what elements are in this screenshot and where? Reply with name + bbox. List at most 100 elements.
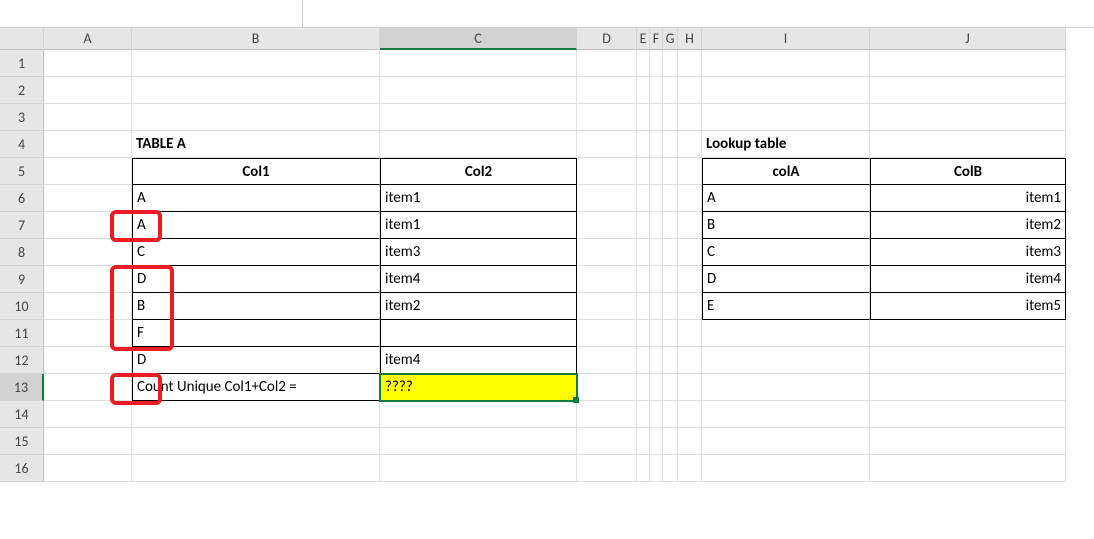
- cell-B15[interactable]: [132, 428, 380, 455]
- lookup-row[interactable]: item4: [870, 266, 1066, 293]
- summary-label[interactable]: Count Unique Col1+Col2 =: [132, 374, 380, 401]
- cell-G7[interactable]: [663, 212, 678, 239]
- table-row[interactable]: D: [132, 347, 380, 374]
- table-row[interactable]: item1: [380, 212, 577, 239]
- cell-C15[interactable]: [380, 428, 577, 455]
- cell-G10[interactable]: [663, 293, 678, 320]
- cell-I12[interactable]: [702, 347, 870, 374]
- cell-A4[interactable]: [44, 131, 132, 158]
- lookup-header-colA[interactable]: colA: [702, 158, 870, 185]
- cell-E10[interactable]: [637, 293, 650, 320]
- cell-G3[interactable]: [663, 104, 678, 131]
- cell-E1[interactable]: [637, 50, 650, 77]
- cell-E12[interactable]: [637, 347, 650, 374]
- cell-E14[interactable]: [637, 401, 650, 428]
- cell-I1[interactable]: [702, 50, 870, 77]
- cell-D13[interactable]: [577, 374, 637, 401]
- row-header-4[interactable]: 4: [0, 131, 44, 158]
- row-header-3[interactable]: 3: [0, 104, 44, 131]
- lookup-title[interactable]: Lookup table: [702, 131, 870, 158]
- cell-F13[interactable]: [650, 374, 663, 401]
- col-header-A[interactable]: A: [44, 28, 132, 50]
- cell-A6[interactable]: [44, 185, 132, 212]
- cell-I16[interactable]: [702, 455, 870, 482]
- cell-E4[interactable]: [637, 131, 650, 158]
- cell-F6[interactable]: [650, 185, 663, 212]
- cell-A5[interactable]: [44, 158, 132, 185]
- cell-A13[interactable]: [44, 374, 132, 401]
- cell-F9[interactable]: [650, 266, 663, 293]
- cell-G6[interactable]: [663, 185, 678, 212]
- lookup-row[interactable]: item1: [870, 185, 1066, 212]
- cell-G14[interactable]: [663, 401, 678, 428]
- cell-F5[interactable]: [650, 158, 663, 185]
- lookup-row[interactable]: item3: [870, 239, 1066, 266]
- cell-H9[interactable]: [678, 266, 702, 293]
- row-header-5[interactable]: 5: [0, 158, 44, 185]
- cell-J15[interactable]: [870, 428, 1066, 455]
- cell-E5[interactable]: [637, 158, 650, 185]
- table-row[interactable]: A: [132, 212, 380, 239]
- cell-G15[interactable]: [663, 428, 678, 455]
- cell-E13[interactable]: [637, 374, 650, 401]
- row-header-1[interactable]: 1: [0, 50, 44, 77]
- cell-I3[interactable]: [702, 104, 870, 131]
- cell-G5[interactable]: [663, 158, 678, 185]
- cell-D1[interactable]: [577, 50, 637, 77]
- col-header-J[interactable]: J: [870, 28, 1066, 50]
- table-row[interactable]: C: [132, 239, 380, 266]
- cell-J4[interactable]: [870, 131, 1066, 158]
- cell-F14[interactable]: [650, 401, 663, 428]
- cell-J12[interactable]: [870, 347, 1066, 374]
- cell-A16[interactable]: [44, 455, 132, 482]
- cell-D5[interactable]: [577, 158, 637, 185]
- cell-H1[interactable]: [678, 50, 702, 77]
- cell-F8[interactable]: [650, 239, 663, 266]
- cell-A3[interactable]: [44, 104, 132, 131]
- cell-E7[interactable]: [637, 212, 650, 239]
- cell-H11[interactable]: [678, 320, 702, 347]
- lookup-header-colB[interactable]: ColB: [870, 158, 1066, 185]
- cell-F3[interactable]: [650, 104, 663, 131]
- lookup-row[interactable]: C: [702, 239, 870, 266]
- cell-C16[interactable]: [380, 455, 577, 482]
- cell-H4[interactable]: [678, 131, 702, 158]
- col-header-F[interactable]: F: [650, 28, 663, 50]
- cell-C2[interactable]: [380, 77, 577, 104]
- cell-B16[interactable]: [132, 455, 380, 482]
- cell-C14[interactable]: [380, 401, 577, 428]
- col-header-E[interactable]: E: [637, 28, 650, 50]
- table-a-title[interactable]: TABLE A: [132, 131, 380, 158]
- cell-J1[interactable]: [870, 50, 1066, 77]
- table-a-header-col1[interactable]: Col1: [132, 158, 380, 185]
- col-header-C[interactable]: C: [380, 28, 577, 50]
- col-header-H[interactable]: H: [678, 28, 702, 50]
- cell-E2[interactable]: [637, 77, 650, 104]
- cell-E11[interactable]: [637, 320, 650, 347]
- cell-E16[interactable]: [637, 455, 650, 482]
- row-header-12[interactable]: 12: [0, 347, 44, 374]
- cell-C3[interactable]: [380, 104, 577, 131]
- cell-D3[interactable]: [577, 104, 637, 131]
- cell-D4[interactable]: [577, 131, 637, 158]
- row-header-10[interactable]: 10: [0, 293, 44, 320]
- lookup-row[interactable]: item5: [870, 293, 1066, 320]
- row-header-14[interactable]: 14: [0, 401, 44, 428]
- cell-J14[interactable]: [870, 401, 1066, 428]
- cell-J2[interactable]: [870, 77, 1066, 104]
- cell-G16[interactable]: [663, 455, 678, 482]
- cell-H3[interactable]: [678, 104, 702, 131]
- cell-B14[interactable]: [132, 401, 380, 428]
- cell-G1[interactable]: [663, 50, 678, 77]
- cell-G4[interactable]: [663, 131, 678, 158]
- row-header-9[interactable]: 9: [0, 266, 44, 293]
- cell-A7[interactable]: [44, 212, 132, 239]
- cell-H10[interactable]: [678, 293, 702, 320]
- cell-F11[interactable]: [650, 320, 663, 347]
- cell-J13[interactable]: [870, 374, 1066, 401]
- table-row[interactable]: item4: [380, 266, 577, 293]
- cell-I11[interactable]: [702, 320, 870, 347]
- cell-F4[interactable]: [650, 131, 663, 158]
- cell-D11[interactable]: [577, 320, 637, 347]
- cell-E8[interactable]: [637, 239, 650, 266]
